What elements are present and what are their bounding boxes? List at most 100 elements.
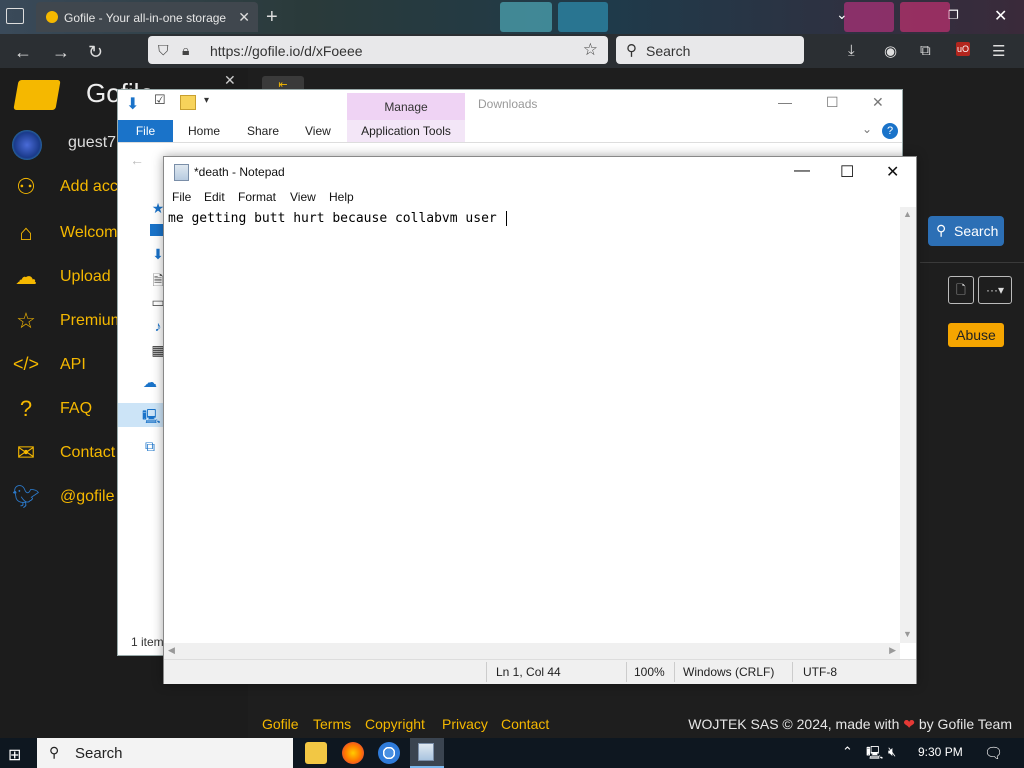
network-icon[interactable]: ⧉ [142, 438, 158, 454]
menu-help[interactable]: Help [329, 190, 354, 204]
close-tab-icon[interactable]: ✕ [238, 9, 250, 26]
ublock-icon[interactable]: uO [956, 42, 970, 56]
reload-icon[interactable]: ↻ [88, 42, 103, 63]
url-text[interactable]: https://gofile.io/d/xFoeee [210, 43, 363, 59]
text-caret [505, 211, 507, 226]
maximize-icon[interactable]: ☐ [840, 162, 854, 182]
close-icon[interactable]: ✕ [886, 162, 899, 182]
menu-view[interactable]: View [290, 190, 316, 204]
quick-access-dropdown-icon[interactable]: ▾ [204, 95, 209, 106]
tab-home[interactable]: Home [188, 124, 220, 138]
footer-link-terms[interactable]: Terms [313, 716, 351, 732]
maximize-icon[interactable]: ☐ [826, 94, 839, 111]
search-icon: ⚲ [626, 42, 637, 59]
footer-link-gofile[interactable]: Gofile [262, 716, 299, 732]
notepad-text-area[interactable]: me getting butt hurt because collabvm us… [164, 207, 900, 643]
notepad-title: *death - Notepad [194, 165, 285, 179]
explorer-window-title: Downloads [478, 97, 538, 111]
footer-credit-pre: WOJTEK SAS © 2024, made with [688, 716, 900, 732]
downloads-icon[interactable]: ⤓ [848, 42, 855, 59]
firefox-icon[interactable] [342, 742, 364, 764]
minimize-icon[interactable]: — [778, 94, 792, 110]
this-pc-icon[interactable]: 🖳︎ [142, 406, 161, 424]
divider [626, 662, 627, 682]
footer-link-copyright[interactable]: Copyright [365, 716, 425, 732]
browser-tab-active[interactable]: Gofile - Your all-in-one storage ✕ [36, 2, 258, 32]
divider [792, 662, 793, 682]
scroll-up-icon[interactable]: ▲ [903, 209, 912, 219]
menu-icon[interactable]: ☰ [992, 42, 1005, 60]
footer-link-contact[interactable]: Contact [501, 716, 549, 732]
sidebar-item-label: Welcom [60, 224, 118, 241]
chevron-down-icon[interactable]: ⌄ [862, 122, 872, 136]
notepad-content[interactable]: me getting butt hurt because collabvm us… [168, 211, 505, 226]
notepad-window: *death - Notepad — ☐ ✕ File Edit Format … [163, 156, 917, 684]
manage-context-tab[interactable]: Manage [347, 93, 465, 121]
minimize-icon[interactable]: — [794, 162, 810, 180]
more-options-button[interactable]: ···▾ [978, 276, 1012, 304]
account-icon[interactable]: ◉ [884, 42, 897, 60]
notepad-titlebar: *death - Notepad — ☐ ✕ [164, 157, 916, 187]
notifications-icon[interactable]: 🗨︎ [984, 744, 1003, 762]
close-icon[interactable]: ✕ [224, 72, 236, 89]
user-name[interactable]: guest7 [68, 134, 116, 152]
vertical-scrollbar[interactable]: ▲ ▼ [900, 207, 916, 643]
chevron-up-icon[interactable]: ⌃ [842, 744, 853, 760]
shield-icon[interactable]: ⛉ [158, 42, 169, 59]
network-icon[interactable]: 🖳︎ [866, 744, 883, 766]
search-button[interactable]: ⚲ Search [928, 216, 1004, 246]
footer-credit-post: by Gofile Team [918, 716, 1012, 732]
file-explorer-icon[interactable] [305, 742, 327, 764]
line-ending: Windows (CRLF) [683, 665, 775, 679]
notepad-content-line[interactable]: me getting butt hurt because collabvm us… [168, 211, 507, 226]
menu-format[interactable]: Format [238, 190, 276, 204]
avatar[interactable] [12, 130, 42, 160]
forward-icon[interactable]: → [52, 42, 70, 63]
tab-list-icon[interactable] [6, 8, 24, 24]
scroll-down-icon[interactable]: ▼ [903, 629, 912, 639]
onedrive-icon[interactable]: ☁ [142, 374, 158, 390]
menu-edit[interactable]: Edit [204, 190, 225, 204]
extensions-icon[interactable]: ⧉ [920, 42, 931, 59]
new-tab-button[interactable]: + [266, 6, 278, 29]
lock-icon[interactable]: 🔒︎ [182, 42, 189, 59]
scroll-right-icon[interactable]: ▶ [889, 645, 896, 656]
help-icon[interactable]: ? [882, 123, 898, 139]
back-icon[interactable]: ← [130, 152, 144, 168]
browser-search-placeholder[interactable]: Search [646, 43, 690, 59]
chrome-icon[interactable] [378, 742, 400, 764]
taskbar-search[interactable]: ⚲ Search [37, 738, 293, 768]
horizontal-scrollbar[interactable]: ◀ ▶ [164, 643, 900, 659]
tab-view[interactable]: View [305, 124, 331, 138]
windows-start-icon[interactable]: ⊞ [8, 745, 21, 765]
new-folder-icon[interactable] [180, 95, 196, 110]
chevron-down-icon[interactable]: ⌄ [836, 6, 848, 23]
search-icon: ⚲ [49, 744, 60, 760]
volume-muted-icon[interactable]: 🔇︎ [888, 744, 896, 760]
download-arrow-icon: ⬇ [126, 96, 140, 113]
notepad-taskbar-button[interactable] [410, 738, 444, 768]
tab-application-tools[interactable]: Application Tools [347, 120, 465, 142]
code-icon: </> [12, 354, 40, 374]
site-footer: Gofile Terms Copyright Privacy Contact W… [248, 712, 1024, 738]
notepad-statusbar: Ln 1, Col 44 100% Windows (CRLF) UTF-8 [164, 659, 916, 684]
restore-window-icon[interactable]: ❐ [948, 8, 959, 22]
close-window-icon[interactable]: ✕ [994, 6, 1007, 26]
add-user-icon: ⚇ [16, 174, 36, 199]
properties-icon[interactable]: ☑ [154, 92, 166, 108]
menu-file[interactable]: File [172, 190, 191, 204]
browser-search-bar[interactable]: ⚲ Search [616, 36, 804, 64]
notepad-icon [418, 743, 434, 761]
back-icon[interactable]: ← [14, 42, 32, 63]
url-bar[interactable]: ⛉ 🔒︎ https://gofile.io/d/xFoeee ☆ [148, 36, 608, 64]
clock[interactable]: 9:30 PM [918, 745, 963, 759]
abuse-button[interactable]: Abuse [948, 323, 1004, 347]
footer-link-privacy[interactable]: Privacy [442, 716, 488, 732]
bookmark-star-icon[interactable]: ☆ [583, 40, 598, 60]
close-icon[interactable]: ✕ [872, 94, 884, 111]
gofile-favicon-icon [46, 11, 58, 23]
tab-share[interactable]: Share [247, 124, 279, 138]
tab-file[interactable]: File [118, 120, 173, 142]
scroll-left-icon[interactable]: ◀ [168, 645, 175, 656]
file-info-button[interactable]: 🗋︎ [948, 276, 974, 304]
